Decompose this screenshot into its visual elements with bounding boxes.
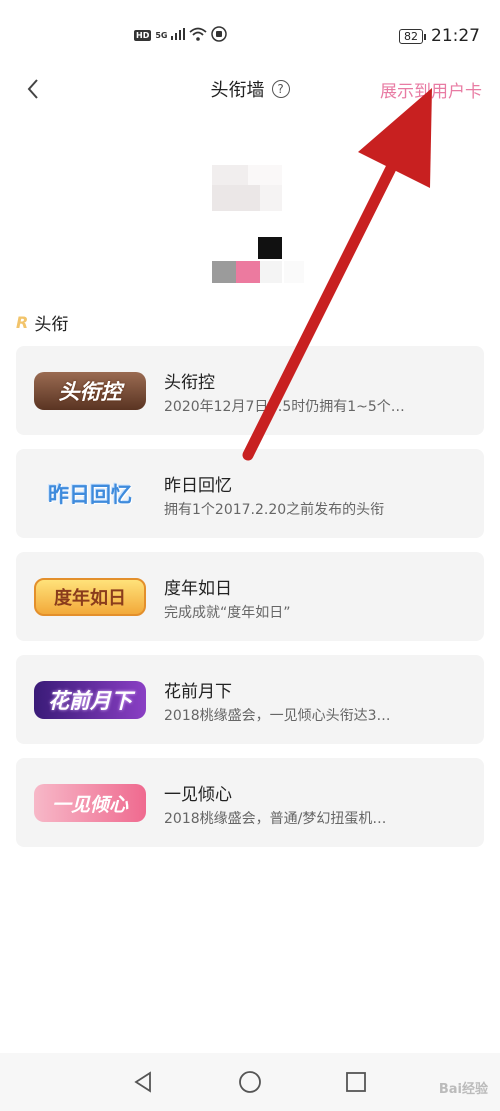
title-name: 昨日回忆	[164, 476, 232, 496]
title-badge: 昨日回忆	[48, 483, 132, 507]
battery-icon: 82	[399, 28, 426, 44]
watermark: Bai经验	[438, 1082, 488, 1097]
help-icon[interactable]: ?	[271, 80, 290, 98]
system-nav-bar: Bai经验	[0, 1053, 500, 1111]
status-icons-left: HD 5G	[134, 26, 228, 45]
title-name: 一见倾心	[164, 785, 232, 805]
square-recents-icon	[346, 1072, 366, 1092]
r-icon: R	[16, 313, 29, 332]
title-desc: 2018桃缘盛会，普通/梦幻扭蛋机…	[164, 811, 387, 827]
nav-home-button[interactable]	[235, 1067, 265, 1097]
wifi-icon	[189, 27, 208, 44]
nav-back-button[interactable]	[128, 1067, 158, 1097]
section-heading: R 头衔	[16, 310, 68, 335]
title-desc: 完成成就“度年如日”	[164, 605, 291, 621]
triangle-back-icon	[134, 1071, 151, 1093]
circle-home-icon	[239, 1071, 261, 1093]
title-desc: 2020年12月7日…5时仍拥有1~5个…	[164, 399, 405, 415]
clock: 21:27	[431, 26, 480, 46]
nav-recents-button[interactable]	[341, 1067, 371, 1097]
title-name: 花前月下	[164, 682, 232, 702]
network-type: 5G	[155, 31, 168, 40]
hd-icon: HD	[134, 30, 152, 41]
status-bar: HD 5G 82 21:27	[0, 0, 500, 56]
title-desc: 2018桃缘盛会，一见倾心头衔达3…	[164, 708, 391, 724]
title-card-dunianruri[interactable]: 度年如日 度年如日 完成成就“度年如日”	[16, 552, 484, 641]
avatar	[210, 165, 304, 285]
show-on-user-card-button[interactable]: 展示到用户卡	[380, 77, 482, 102]
title-name: 度年如日	[164, 579, 232, 599]
title-list: 头衔控 头衔控 2020年12月7日…5时仍拥有1~5个… 昨日回忆 昨日回忆 …	[16, 346, 484, 861]
title-badge: 度年如日	[34, 578, 146, 616]
title-card-yijianqingxin[interactable]: 一见倾心 一见倾心 2018桃缘盛会，普通/梦幻扭蛋机…	[16, 758, 484, 847]
hand-icon	[211, 26, 228, 45]
page-title: 头衔墙	[210, 80, 265, 101]
title-badge: 头衔控	[34, 372, 146, 410]
signal-icon	[171, 28, 186, 43]
title-desc: 拥有1个2017.2.20之前发布的头衔	[164, 502, 385, 518]
header: 头衔墙 ? 展示到用户卡	[0, 60, 500, 116]
section-title: 头衔	[34, 315, 69, 335]
title-badge: 花前月下	[34, 681, 146, 719]
title-card-huaqianyuexia[interactable]: 花前月下 花前月下 2018桃缘盛会，一见倾心头衔达3…	[16, 655, 484, 744]
title-badge: 一见倾心	[34, 784, 146, 822]
title-name: 头衔控	[164, 373, 215, 393]
status-icons-right: 82 21:27	[399, 26, 480, 46]
title-card-zuorihuiyi[interactable]: 昨日回忆 昨日回忆 拥有1个2017.2.20之前发布的头衔	[16, 449, 484, 538]
title-card-toutoukong[interactable]: 头衔控 头衔控 2020年12月7日…5时仍拥有1~5个…	[16, 346, 484, 435]
